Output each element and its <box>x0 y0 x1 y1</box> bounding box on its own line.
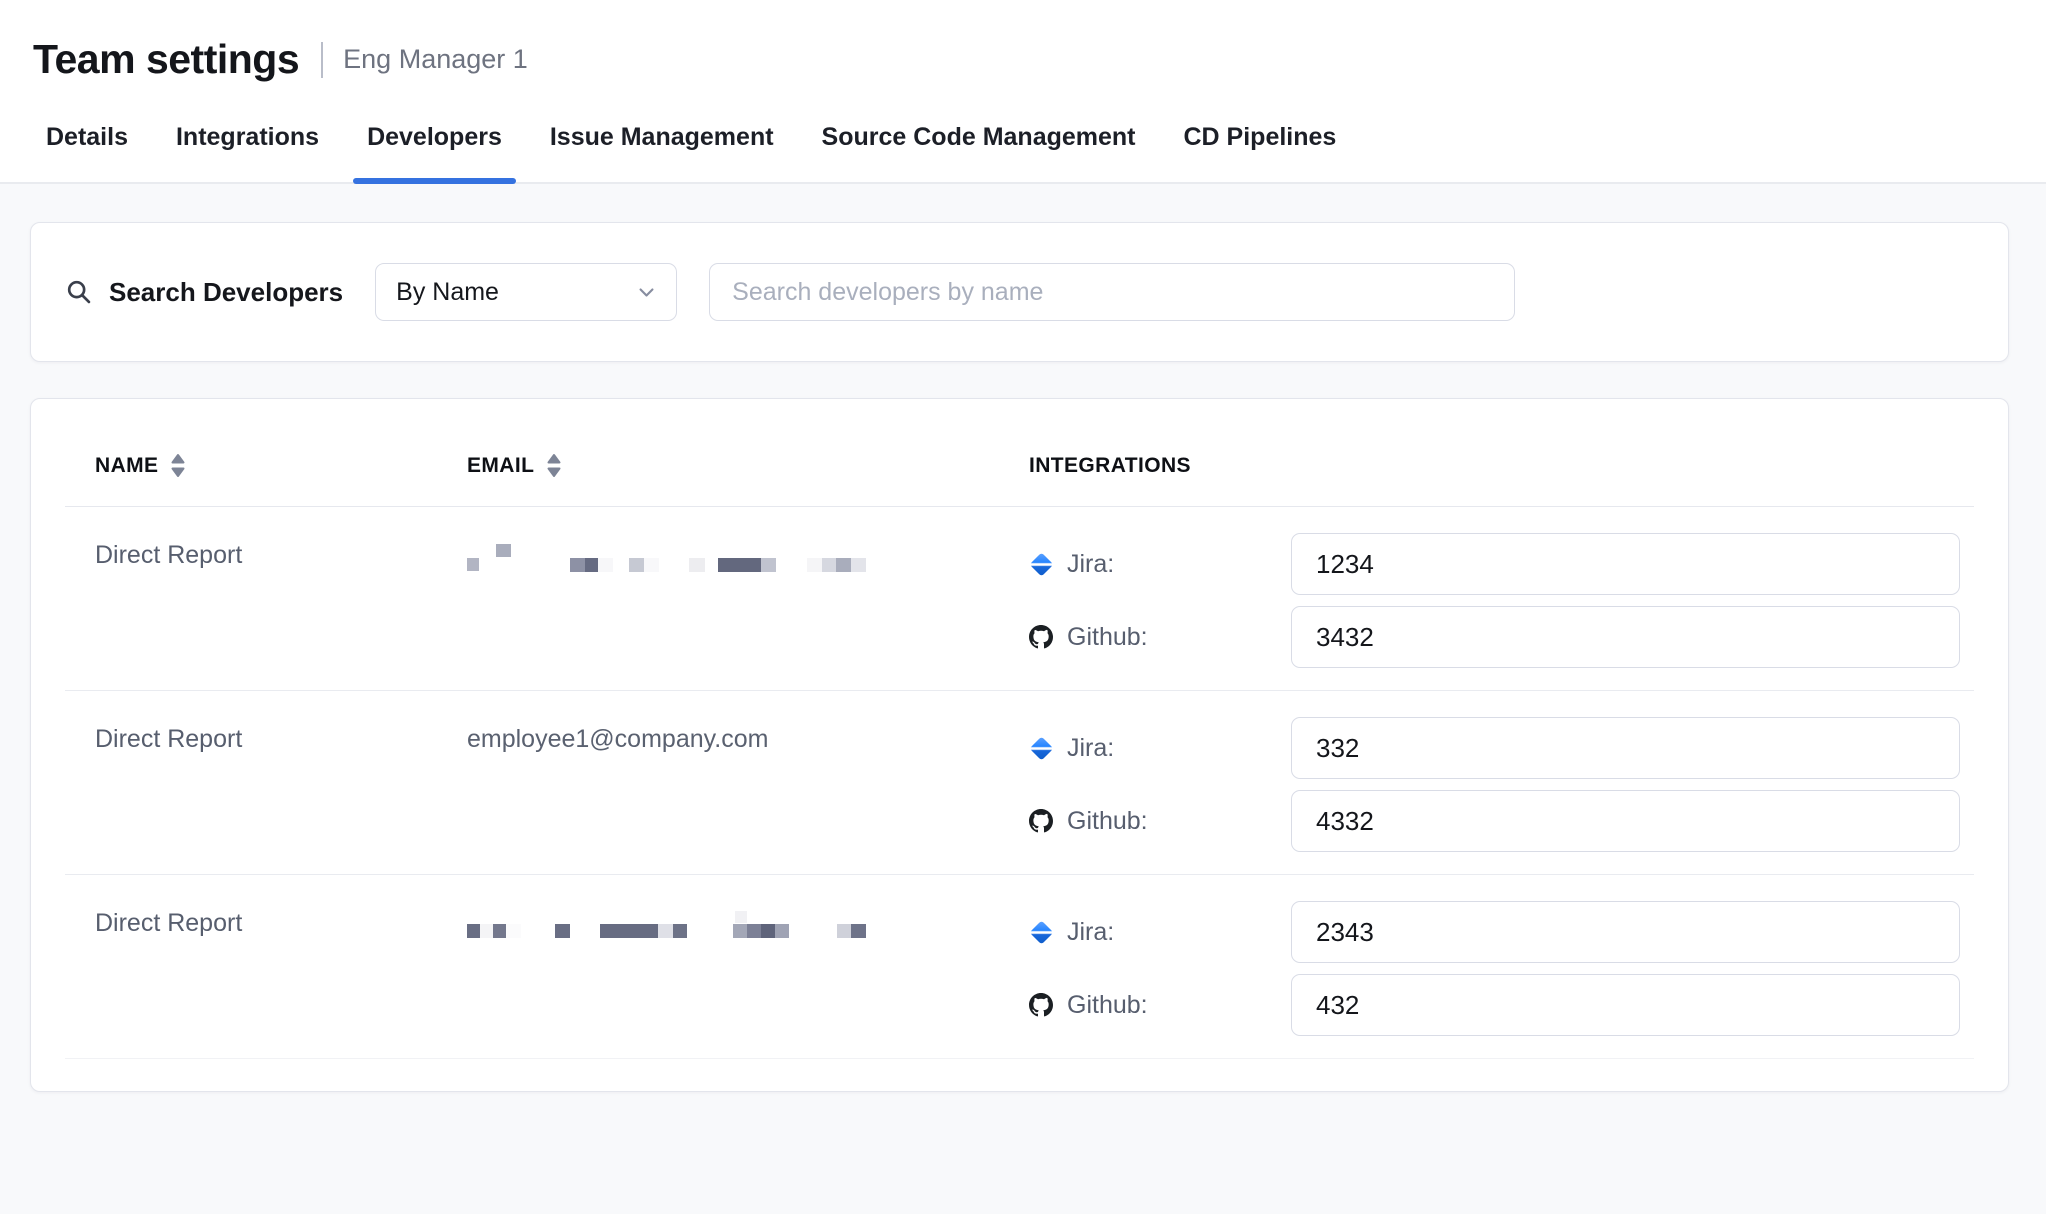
github-integration-row: Github: <box>1029 790 1960 852</box>
github-icon <box>1029 993 1053 1017</box>
developer-name: Direct Report <box>95 901 467 1036</box>
jira-label: Jira: <box>1067 734 1114 763</box>
developer-name: Direct Report <box>95 533 467 668</box>
table-row: Direct Report Jira: <box>65 875 1974 1059</box>
tab-integrations[interactable]: Integrations <box>162 89 333 182</box>
column-header-integrations: INTEGRATIONS <box>1029 453 1960 478</box>
github-label: Github: <box>1067 991 1148 1020</box>
jira-integration-row: Jira: <box>1029 717 1960 779</box>
jira-integration-row: Jira: <box>1029 533 1960 595</box>
search-filter-select[interactable]: By Name <box>375 263 677 321</box>
github-integration-row: Github: <box>1029 606 1960 668</box>
tab-developers[interactable]: Developers <box>353 89 516 182</box>
developers-table-card: NAME EMAIL INTEGRATIONS <box>30 398 2009 1092</box>
column-header-email: EMAIL <box>467 453 1029 478</box>
integrations-cell: Jira: Github: <box>1029 533 1960 668</box>
jira-integration-row: Jira: <box>1029 901 1960 963</box>
tab-source-code-management[interactable]: Source Code Management <box>808 89 1150 182</box>
tab-bar: Details Integrations Developers Issue Ma… <box>0 89 2046 184</box>
team-name-subtitle: Eng Manager 1 <box>343 44 528 75</box>
tab-issue-management[interactable]: Issue Management <box>536 89 788 182</box>
page-title: Team settings <box>33 36 299 83</box>
github-integration-row: Github: <box>1029 974 1960 1036</box>
developer-email-redacted <box>467 533 1029 668</box>
sort-name-button[interactable] <box>170 453 186 478</box>
chevron-down-icon <box>637 283 656 302</box>
jira-icon <box>1029 920 1053 944</box>
jira-id-input[interactable] <box>1291 901 1960 963</box>
developer-name: Direct Report <box>95 717 467 852</box>
integrations-cell: Jira: Github: <box>1029 717 1960 852</box>
github-id-input[interactable] <box>1291 606 1960 668</box>
jira-icon <box>1029 552 1053 576</box>
table-header-row: NAME EMAIL INTEGRATIONS <box>65 399 1974 507</box>
search-filter-value: By Name <box>396 278 499 307</box>
search-developers-label: Search Developers <box>109 277 343 308</box>
table-row: Direct Report employee1@company.com Jira… <box>65 691 1974 875</box>
column-header-name: NAME <box>95 453 467 478</box>
tab-details[interactable]: Details <box>32 89 142 182</box>
search-icon <box>65 278 93 306</box>
jira-id-input[interactable] <box>1291 717 1960 779</box>
sort-email-button[interactable] <box>546 453 562 478</box>
title-divider <box>321 42 323 78</box>
jira-label: Jira: <box>1067 550 1114 579</box>
search-developers-input[interactable] <box>709 263 1515 321</box>
jira-id-input[interactable] <box>1291 533 1960 595</box>
search-label-group: Search Developers <box>65 277 343 308</box>
jira-label: Jira: <box>1067 918 1114 947</box>
github-icon <box>1029 809 1053 833</box>
integrations-cell: Jira: Github: <box>1029 901 1960 1036</box>
github-id-input[interactable] <box>1291 790 1960 852</box>
redacted-email-blur <box>467 909 1029 955</box>
developer-email: employee1@company.com <box>467 717 1029 852</box>
tab-cd-pipelines[interactable]: CD Pipelines <box>1170 89 1351 182</box>
topbar: Team settings Eng Manager 1 Details Inte… <box>0 0 2046 184</box>
github-label: Github: <box>1067 807 1148 836</box>
search-developers-card: Search Developers By Name <box>30 222 2009 362</box>
jira-icon <box>1029 736 1053 760</box>
page-header: Team settings Eng Manager 1 <box>0 0 2046 89</box>
content-area: Search Developers By Name NAME <box>0 184 2046 1092</box>
github-id-input[interactable] <box>1291 974 1960 1036</box>
github-label: Github: <box>1067 623 1148 652</box>
redacted-email-blur <box>467 541 1029 587</box>
developer-email-redacted <box>467 901 1029 1036</box>
github-icon <box>1029 625 1053 649</box>
table-row: Direct Report Jira: <box>65 507 1974 691</box>
